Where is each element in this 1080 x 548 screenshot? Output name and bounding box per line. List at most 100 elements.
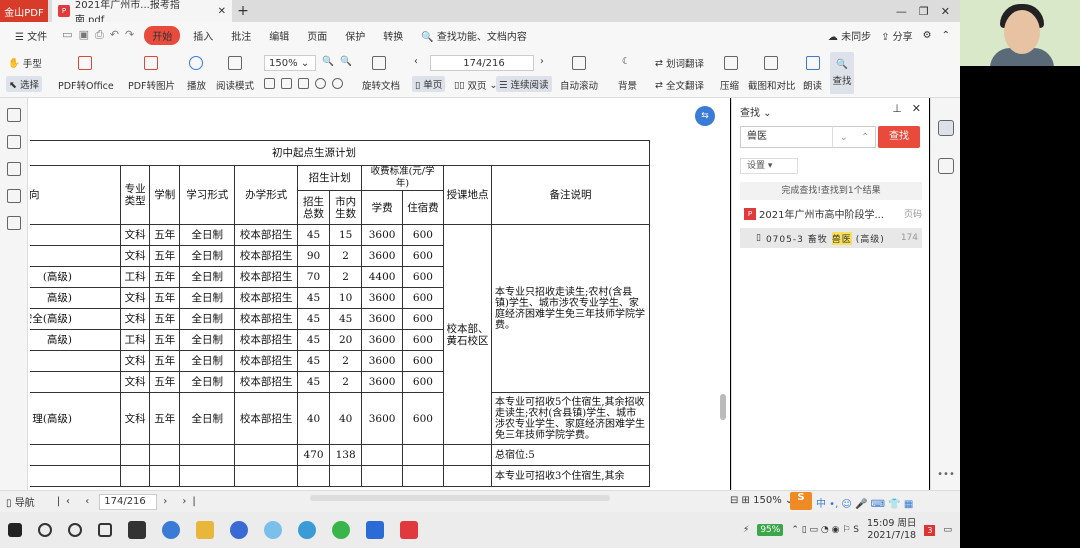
floating-tool-button[interactable]: ⇆ [695,106,715,126]
zoom-out-icon[interactable]: 🔍 [322,56,334,67]
search-icon[interactable] [38,523,52,537]
status-zoom[interactable]: ⊟ ⊞ 150% ⌄ [730,495,793,506]
find-settings-select[interactable]: 设置 ▾ [740,158,798,174]
background-icon[interactable]: ☾ [622,56,631,67]
close-window-icon[interactable]: ✕ [941,5,950,18]
meeting-app-icon[interactable] [366,521,384,539]
pinwheel-app-icon[interactable] [128,521,146,539]
new-tab-button[interactable]: + [232,3,254,19]
cortana-icon[interactable] [68,523,82,537]
find-submit-button[interactable]: 查找 [878,126,920,148]
double-page-button[interactable]: ▯▯ 双页 ⌄ [454,78,497,93]
bookmark-icon[interactable] [6,108,21,122]
menu-file[interactable]: ☰ 文件 [6,28,56,43]
tray-icons[interactable]: ⌃ ▯ ▭ ◔ ◉ ⚐ S [791,525,859,535]
pdf-to-image-button[interactable]: PDF转图片 [128,78,175,92]
pdf-to-office-icon[interactable] [78,56,92,70]
find-result-item[interactable]: ▯ 0705-3 畜牧 兽医 (高级) 174 [740,228,922,248]
menu-insert[interactable]: 插入 [184,28,222,43]
fit-page-icon[interactable] [264,78,275,89]
menu-protect[interactable]: 保护 [336,28,374,43]
read-aloud-button[interactable]: 朗读 [803,78,822,92]
actual-size-icon[interactable] [298,78,309,89]
rotate-right-icon[interactable] [332,78,343,89]
app-l-icon[interactable] [230,521,248,539]
select-tool[interactable]: ⬉ 选择 [6,76,42,92]
adjust-icon[interactable] [937,158,954,174]
screenshot-compare-button[interactable]: 截图和对比 [748,78,796,92]
action-center-icon[interactable]: ▭ [943,525,952,535]
menu-edit[interactable]: 编辑 [260,28,298,43]
pin-icon[interactable]: ⊥ [892,102,902,115]
compress-button[interactable]: 压缩 [720,78,739,92]
undo-icon[interactable]: ↶ [110,28,119,42]
next-result-icon[interactable]: ⌃ [861,132,869,143]
rotate-doc-button[interactable]: 旋转文档 [362,78,400,92]
prev-result-icon[interactable]: ⌄ [840,132,848,143]
page-nav-next[interactable]: › ›| [163,496,202,507]
print-icon[interactable]: ⎙ [95,28,104,42]
full-translate-button[interactable]: ⇄ 全文翻译 [655,78,704,93]
rotate-left-icon[interactable] [315,78,326,89]
thumbnail-icon[interactable] [6,135,21,149]
menu-page[interactable]: 页面 [298,28,336,43]
next-page-icon[interactable]: › [540,56,544,67]
background-button[interactable]: 背景 [618,78,637,92]
pdf-to-office-button[interactable]: PDF转Office [58,78,114,92]
play-icon[interactable] [189,56,203,70]
close-icon[interactable]: ✕ [218,6,226,17]
ie-icon[interactable] [162,521,180,539]
restore-icon[interactable]: ❐ [919,5,929,18]
autoscroll-icon[interactable] [572,56,586,70]
pdf-to-image-icon[interactable] [144,56,158,70]
sync-button[interactable]: ☁ 未同步 [828,28,871,43]
continuous-read-button[interactable]: ☰ 连续阅读 [496,76,552,92]
comment-icon[interactable] [6,162,21,176]
close-panel-icon[interactable]: ✕ [912,102,921,115]
read-mode-button[interactable]: 阅读模式 [216,78,254,92]
search-command[interactable]: 🔍 查找功能、文档内容 [412,28,536,43]
open-icon[interactable]: ▭ [62,28,72,42]
compress-icon[interactable] [724,56,738,70]
browser-icon[interactable] [264,521,282,539]
screenshot-icon[interactable] [764,56,778,70]
windows-start-icon[interactable] [8,523,22,537]
clock[interactable]: 15:09 周日 2021/7/18 [867,518,916,542]
edge-icon[interactable] [298,521,316,539]
zoom-select[interactable]: 150% ⌄ [264,55,316,71]
find-button[interactable]: 🔍 查找 [830,52,854,94]
single-page-button[interactable]: ▯ 单页 [412,76,446,92]
battery-indicator[interactable]: 95% [757,524,784,536]
redo-icon[interactable]: ↷ [125,28,134,42]
vertical-scrollbar[interactable] [718,104,728,484]
document-tab[interactable]: P 2021年广州市...报考指南.pdf ✕ [52,0,232,26]
menu-convert[interactable]: 转换 [374,28,412,43]
notification-badge-icon[interactable]: 3 [924,524,936,536]
share-button[interactable]: ⇪ 分享 [881,28,913,43]
status-page-input[interactable]: 174/216 [99,493,158,510]
ime-toolbar-icons[interactable]: 中 •, ☺ 🎤 ⌨ 👕 ▦ [816,495,913,510]
fit-width-icon[interactable] [281,78,292,89]
attachment-icon[interactable] [6,189,21,203]
green-browser-icon[interactable] [332,521,350,539]
nav-button[interactable]: ▯ 导航 [6,494,35,509]
minimize-icon[interactable]: — [896,5,907,18]
menu-start[interactable]: 开始 [144,25,181,45]
zoom-in-icon[interactable]: 🔍 [340,56,352,67]
expand-icon[interactable]: ⌃ [942,30,950,41]
horizontal-scrollbar[interactable] [310,495,610,501]
file-explorer-icon[interactable] [196,521,214,539]
app-logo[interactable]: 金山PDF [0,0,48,22]
page-nav[interactable]: |‹ ‹ [57,496,96,507]
autoscroll-button[interactable]: 自动滚动 [560,78,598,92]
ime-logo-icon[interactable]: S [790,492,812,510]
settings-icon[interactable]: ⚙ [923,30,932,41]
menu-annotate[interactable]: 批注 [222,28,260,43]
search-panel-icon[interactable] [937,120,954,136]
save-icon[interactable]: ▣ [79,28,89,42]
scroll-thumb[interactable] [720,394,726,420]
signature-icon[interactable] [6,216,21,230]
prev-page-icon[interactable]: ‹ [414,56,418,67]
word-translate-button[interactable]: ⇄ 划词翻译 [655,56,704,71]
play-button[interactable]: 播放 [187,78,206,92]
